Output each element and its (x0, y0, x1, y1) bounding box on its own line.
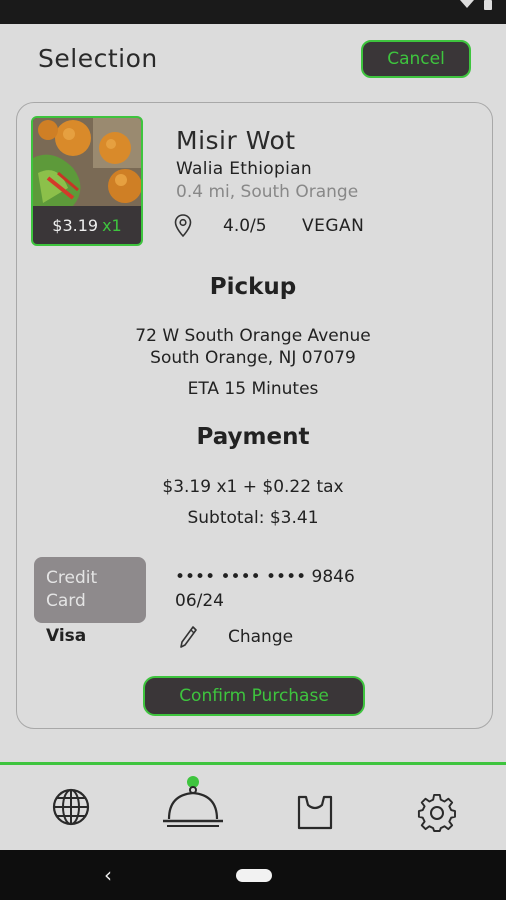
home-pill[interactable] (236, 869, 272, 882)
price-label: $3.19 (52, 215, 99, 235)
bottom-nav (0, 765, 506, 850)
payment-method-selector[interactable]: Credit Card (34, 557, 146, 623)
dish-photo (33, 118, 141, 206)
bag-icon[interactable] (296, 791, 334, 831)
payment-method-line2: Card (46, 591, 86, 611)
distance-label: 0.4 mi, South Orange (176, 182, 359, 202)
pickup-address-line1: 72 W South Orange Avenue (135, 326, 371, 346)
card-number: •••• •••• •••• 9846 (175, 567, 355, 587)
dish-name: Misir Wot (176, 126, 296, 155)
quantity-label: x1 (102, 215, 122, 235)
system-nav-bar: ‹ (0, 850, 506, 900)
battery-icon (484, 0, 492, 10)
payment-breakdown: $3.19 x1 + $0.22 tax (162, 477, 344, 497)
card-brand: Visa (46, 626, 87, 646)
payment-method-line1: Credit (46, 568, 98, 588)
rating-label: 4.0/5 (223, 216, 267, 236)
location-pin-icon (174, 214, 192, 238)
signal-icon (460, 0, 474, 8)
settings-icon[interactable] (417, 793, 457, 833)
cancel-button[interactable]: Cancel (361, 40, 471, 78)
page-title: Selection (38, 44, 158, 73)
pickup-eta: ETA 15 Minutes (187, 379, 319, 399)
payment-title: Payment (196, 424, 310, 450)
card-expiry: 06/24 (175, 591, 224, 611)
globe-icon[interactable] (51, 787, 91, 827)
price-quantity-badge: $3.19 x1 (33, 208, 141, 242)
dish-thumbnail[interactable]: $3.19 x1 (31, 116, 143, 246)
pickup-address-line2: South Orange, NJ 07079 (150, 348, 356, 368)
pencil-icon[interactable] (178, 625, 198, 649)
payment-subtotal: Subtotal: $3.41 (187, 508, 319, 528)
back-icon[interactable]: ‹ (104, 863, 112, 887)
change-payment-link[interactable]: Change (228, 627, 293, 647)
confirm-purchase-button[interactable]: Confirm Purchase (143, 676, 365, 716)
status-icons (460, 0, 492, 10)
restaurant-name: Walia Ethiopian (176, 159, 312, 179)
status-bar (0, 0, 506, 24)
diet-badge: VEGAN (302, 216, 365, 236)
pickup-title: Pickup (209, 274, 297, 300)
cloche-icon[interactable] (161, 783, 225, 829)
